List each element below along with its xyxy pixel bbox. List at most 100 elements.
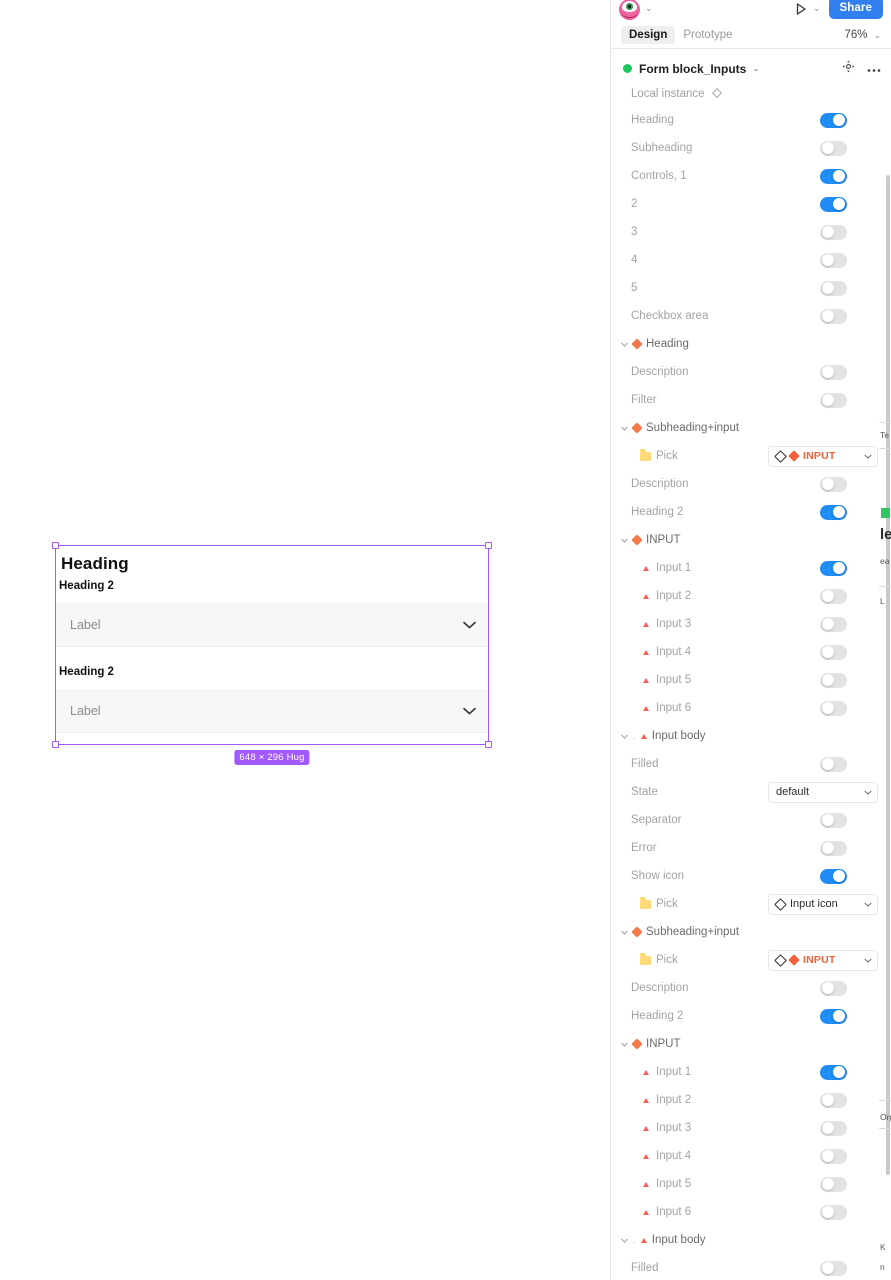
property-toggle-switch[interactable] bbox=[820, 616, 847, 632]
property-toggle-switch[interactable] bbox=[820, 644, 847, 660]
property-toggle-switch[interactable] bbox=[820, 140, 847, 156]
chevron-down-icon[interactable] bbox=[864, 899, 872, 909]
collapse-caret-icon[interactable] bbox=[621, 424, 628, 433]
property-toggle-row[interactable]: Input 1 bbox=[611, 554, 891, 582]
property-toggle-row[interactable]: 2 bbox=[611, 190, 891, 218]
property-group-header[interactable]: . Input body bbox=[611, 1226, 891, 1254]
property-toggle-switch[interactable] bbox=[820, 812, 847, 828]
instance-swap-row[interactable]: Pick INPUT bbox=[611, 442, 891, 470]
panel-tabbar[interactable]: Design Prototype 76% ⌄ bbox=[611, 22, 891, 49]
property-group-header[interactable]: . Input body bbox=[611, 722, 891, 750]
property-toggle-switch[interactable] bbox=[820, 252, 847, 268]
chevron-down-icon[interactable] bbox=[864, 955, 872, 965]
property-toggle-switch[interactable] bbox=[820, 1120, 847, 1136]
collapse-caret-icon[interactable] bbox=[621, 340, 628, 349]
collapse-caret-icon[interactable] bbox=[621, 1236, 628, 1245]
property-toggle-switch[interactable] bbox=[820, 476, 847, 492]
share-button[interactable]: Share bbox=[828, 0, 883, 19]
property-toggle-row[interactable]: Description bbox=[611, 358, 891, 386]
property-toggle-row[interactable]: Input 1 bbox=[611, 1058, 891, 1086]
property-toggle-switch[interactable] bbox=[820, 756, 847, 772]
property-toggle-switch[interactable] bbox=[820, 840, 847, 856]
collapse-caret-icon[interactable] bbox=[621, 536, 628, 545]
property-toggle-row[interactable]: Error bbox=[611, 834, 891, 862]
property-toggle-row[interactable]: Input 4 bbox=[611, 638, 891, 666]
present-play-icon[interactable] bbox=[794, 2, 808, 16]
property-toggle-row[interactable]: Filled bbox=[611, 750, 891, 778]
property-toggle-switch[interactable] bbox=[820, 1008, 847, 1024]
property-toggle-switch[interactable] bbox=[820, 700, 847, 716]
instance-swap-dropdown[interactable]: Input icon bbox=[768, 893, 878, 915]
property-toggle-row[interactable]: Description bbox=[611, 974, 891, 1002]
property-group-header[interactable]: Subheading+input bbox=[611, 918, 891, 946]
property-toggle-switch[interactable] bbox=[820, 1148, 847, 1164]
property-toggle-row[interactable]: Subheading bbox=[611, 134, 891, 162]
property-toggle-switch[interactable] bbox=[820, 1092, 847, 1108]
property-toggle-switch[interactable] bbox=[820, 224, 847, 240]
property-toggle-switch[interactable] bbox=[820, 112, 847, 128]
instance-swap-dropdown[interactable]: INPUT bbox=[768, 949, 878, 971]
selected-frame-wrapper[interactable]: Heading Heading 2 Label Heading 2 Label bbox=[52, 542, 492, 765]
property-toggle-row[interactable]: 3 bbox=[611, 218, 891, 246]
collapse-caret-icon[interactable] bbox=[621, 732, 628, 741]
property-toggle-row[interactable]: Input 5 bbox=[611, 1170, 891, 1198]
component-header-row[interactable]: Form block_Inputs ⌄ bbox=[611, 55, 891, 82]
property-select-row[interactable]: State default bbox=[611, 778, 891, 806]
property-toggle-switch[interactable] bbox=[820, 1204, 847, 1220]
component-chevron-down-icon[interactable]: ⌄ bbox=[752, 63, 760, 74]
property-toggle-row[interactable]: Input 4 bbox=[611, 1142, 891, 1170]
property-toggle-row[interactable]: Checkbox area bbox=[611, 302, 891, 330]
property-toggle-switch[interactable] bbox=[820, 1260, 847, 1276]
property-toggle-row[interactable]: Show icon bbox=[611, 862, 891, 890]
resize-handle-bottom-right[interactable] bbox=[485, 741, 492, 748]
preview-select-field-1[interactable]: Label bbox=[56, 603, 488, 647]
zoom-control[interactable]: 76% ⌄ bbox=[844, 29, 881, 41]
property-toggle-row[interactable]: Separator bbox=[611, 806, 891, 834]
property-select-dropdown[interactable]: default bbox=[768, 781, 878, 803]
property-toggle-row[interactable]: Input 3 bbox=[611, 610, 891, 638]
property-toggle-switch[interactable] bbox=[820, 588, 847, 604]
property-toggle-switch[interactable] bbox=[820, 980, 847, 996]
property-group-header[interactable]: INPUT bbox=[611, 1030, 891, 1058]
instance-swap-dropdown[interactable]: INPUT bbox=[768, 445, 878, 467]
property-toggle-row[interactable]: Filter bbox=[611, 386, 891, 414]
tab-prototype[interactable]: Prototype bbox=[675, 26, 740, 44]
instance-swap-row[interactable]: Pick INPUT bbox=[611, 946, 891, 974]
zoom-chevron-down-icon[interactable]: ⌄ bbox=[873, 30, 881, 41]
collapse-caret-icon[interactable] bbox=[621, 928, 628, 937]
property-toggle-row[interactable]: Controls, 1 bbox=[611, 162, 891, 190]
property-toggle-switch[interactable] bbox=[820, 364, 847, 380]
resize-handle-bottom-left[interactable] bbox=[52, 741, 59, 748]
property-toggle-row[interactable]: Heading bbox=[611, 106, 891, 134]
property-toggle-switch[interactable] bbox=[820, 672, 847, 688]
present-chevron-down-icon[interactable]: ⌄ bbox=[813, 3, 821, 14]
collapse-caret-icon[interactable] bbox=[621, 1040, 628, 1049]
component-properties-list[interactable]: Heading Subheading Controls, 1 2 3 4 5 Checkbox… bbox=[611, 106, 891, 1280]
selection-outline[interactable]: Heading Heading 2 Label Heading 2 Label bbox=[52, 542, 492, 748]
property-toggle-row[interactable]: Heading 2 bbox=[611, 1002, 891, 1030]
property-toggle-row[interactable]: Description bbox=[611, 470, 891, 498]
property-toggle-row[interactable]: Input 6 bbox=[611, 694, 891, 722]
property-toggle-switch[interactable] bbox=[820, 392, 847, 408]
property-toggle-switch[interactable] bbox=[820, 560, 847, 576]
property-toggle-switch[interactable] bbox=[820, 280, 847, 296]
property-toggle-row[interactable]: Filled bbox=[611, 1254, 891, 1280]
property-group-header[interactable]: INPUT bbox=[611, 526, 891, 554]
property-toggle-switch[interactable] bbox=[820, 168, 847, 184]
property-toggle-switch[interactable] bbox=[820, 868, 847, 884]
property-toggle-row[interactable]: Input 5 bbox=[611, 666, 891, 694]
property-toggle-switch[interactable] bbox=[820, 196, 847, 212]
property-group-header[interactable]: Heading bbox=[611, 330, 891, 358]
chevron-down-icon[interactable] bbox=[864, 787, 872, 797]
avatar-chevron-down-icon[interactable]: ⌄ bbox=[645, 3, 653, 14]
property-toggle-row[interactable]: Heading 2 bbox=[611, 498, 891, 526]
right-properties-panel[interactable]: ⌄ ⌄ Share Design Prototype 76% ⌄ Form bl… bbox=[610, 0, 891, 1280]
panel-scrollbar[interactable] bbox=[886, 175, 890, 1175]
property-toggle-row[interactable]: Input 6 bbox=[611, 1198, 891, 1226]
property-group-header[interactable]: Subheading+input bbox=[611, 414, 891, 442]
property-toggle-row[interactable]: 4 bbox=[611, 246, 891, 274]
property-toggle-switch[interactable] bbox=[820, 308, 847, 324]
instance-swap-row[interactable]: Pick Input icon bbox=[611, 890, 891, 918]
property-toggle-row[interactable]: Input 3 bbox=[611, 1114, 891, 1142]
property-toggle-switch[interactable] bbox=[820, 1064, 847, 1080]
